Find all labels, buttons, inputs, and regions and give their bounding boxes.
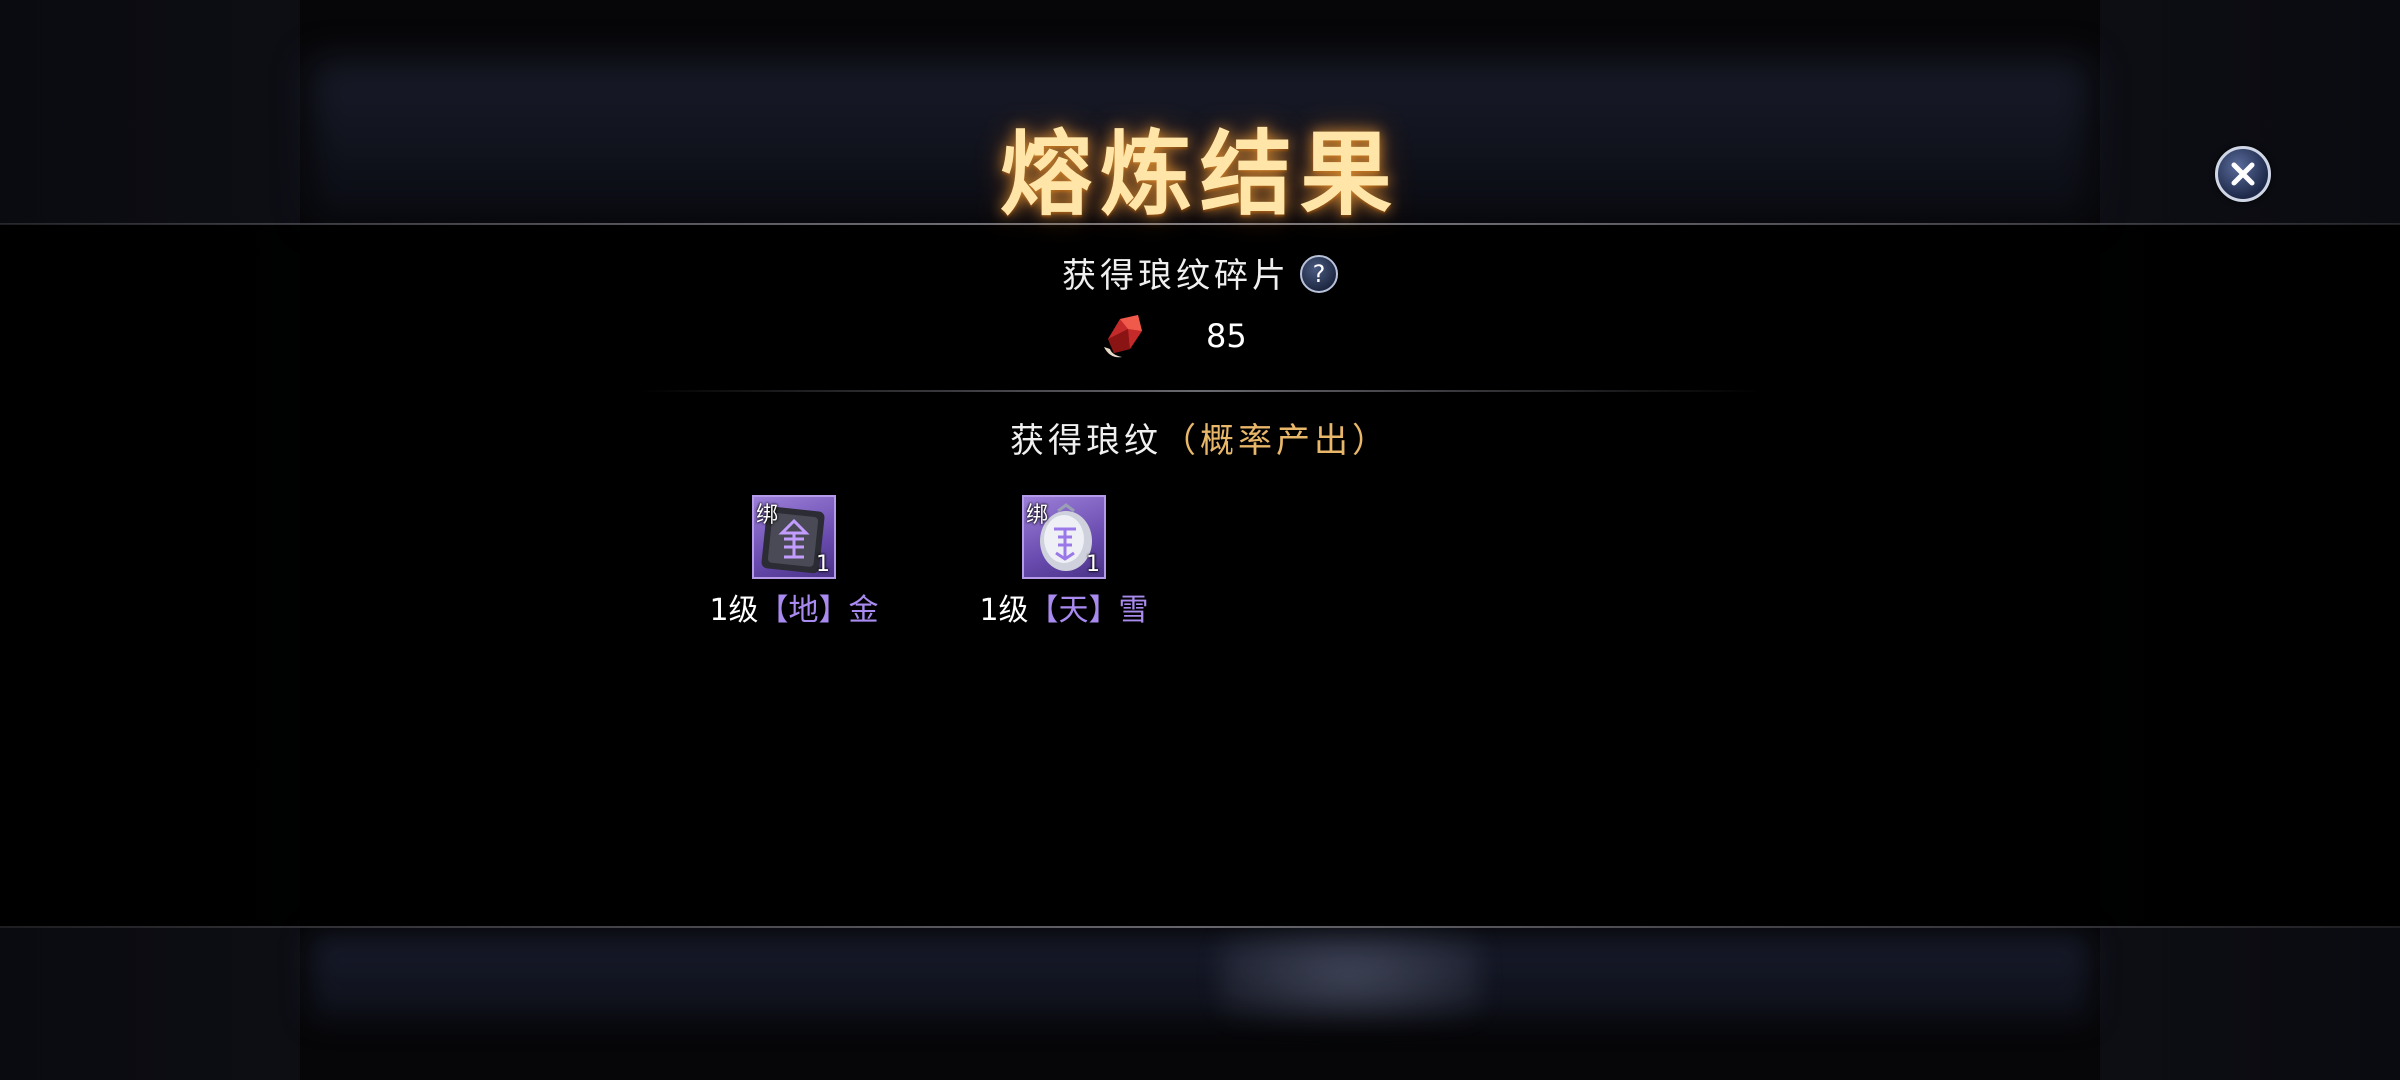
item-level: 1级: [979, 593, 1029, 628]
item-level: 1级: [709, 593, 759, 628]
close-icon: [2231, 162, 2255, 186]
drops-heading: 获得琅纹: [1010, 421, 1162, 461]
item-label: 1级【地】金: [709, 585, 878, 629]
item-quantity: 1: [816, 552, 830, 577]
help-button[interactable]: ?: [1300, 255, 1338, 293]
item-grade: 【天】: [1028, 593, 1119, 628]
fragment-count: 85: [1206, 317, 1247, 355]
blurred-background-glow: [1220, 930, 1480, 1020]
blurred-background-panel-bottom: [310, 935, 2090, 1020]
fragments-section-title: 获得琅纹碎片?: [0, 248, 2400, 297]
section-divider: [640, 390, 1760, 392]
fragments-heading: 获得琅纹碎片: [1062, 256, 1290, 296]
item-name: 雪: [1118, 593, 1149, 628]
game-screen: 熔炼结果 获得琅纹碎片? 85 获得琅纹（概率产出） 绑 1 1级【地】金 绑 …: [0, 0, 2400, 1080]
bound-tag: 绑: [756, 503, 779, 528]
item-label: 1级【天】雪: [979, 585, 1148, 629]
item-quantity: 1: [1086, 552, 1100, 577]
close-button[interactable]: [2215, 146, 2271, 202]
reward-item[interactable]: 绑 1 1级【地】金: [694, 495, 894, 629]
bound-tag: 绑: [1026, 503, 1049, 528]
drops-section-title: 获得琅纹（概率产出）: [0, 413, 2400, 462]
probability-note: （概率产出）: [1162, 421, 1390, 461]
fragment-reward: 85: [1100, 308, 1247, 364]
item-slot[interactable]: 绑 1: [752, 495, 836, 579]
reward-item[interactable]: 绑 1 1级【天】雪: [964, 495, 1164, 629]
modal-title: 熔炼结果: [999, 120, 1400, 228]
item-grade: 【地】: [758, 593, 849, 628]
item-name: 金: [848, 593, 879, 628]
item-slot[interactable]: 绑 1: [1022, 495, 1106, 579]
red-fragment-icon[interactable]: [1100, 309, 1148, 363]
modal-bottom-border: [0, 926, 2400, 928]
